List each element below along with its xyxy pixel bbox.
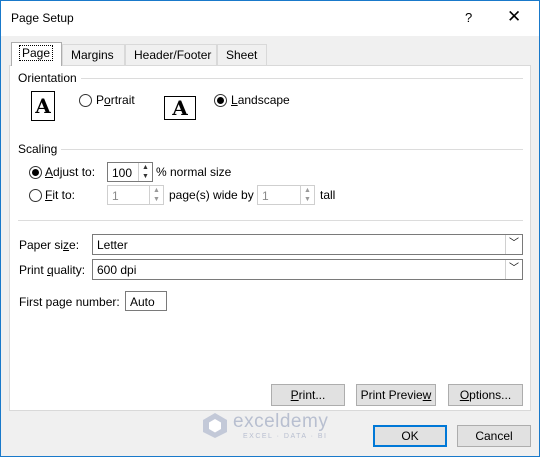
tab-page[interactable]: Page [11,42,62,66]
dialog-title: Page Setup [11,11,74,25]
options-button-post: ptions... [469,388,512,402]
close-button[interactable]: ✕ [507,7,521,27]
cancel-button[interactable]: Cancel [457,425,531,447]
landscape-radio[interactable] [214,94,227,107]
fit-to-label[interactable]: Fit to: [45,188,75,202]
print-quality-select[interactable]: 600 dpi ﹀ [92,259,523,280]
adjust-to-radio[interactable] [29,166,42,179]
portrait-page-icon: A [31,91,55,121]
print-preview-button-accel: w [422,388,432,402]
landscape-label[interactable]: Landscape [231,93,290,107]
first-page-number-input[interactable]: Auto [125,291,167,311]
landscape-label-accel: L [231,93,238,107]
print-button-accel: P [290,388,299,402]
landscape-label-post: andscape [237,93,290,107]
chevron-down-icon[interactable]: ﹀ [505,260,522,279]
paper-size-label: Paper size: [19,238,79,252]
tab-page-label: Page [18,45,54,61]
paper-size-select[interactable]: Letter ﹀ [92,234,523,255]
options-button-accel: O [459,388,470,402]
page-setup-dialog: Page Setup ? ✕ Page Margins Header/Foote… [0,0,540,457]
fit-wide-spinner[interactable]: 1 ▲ ▼ [107,185,164,205]
first-page-number-label: First page number: [19,295,120,309]
orientation-divider [81,78,523,79]
adjust-to-spinner[interactable]: 100 ▲ ▼ [107,162,153,182]
spin-down-icon[interactable]: ▼ [301,195,314,204]
adjust-to-label-post: djust to: [53,165,96,179]
scaling-heading: Scaling [18,142,58,156]
print-button-post: rint... [298,388,326,402]
title-bar: Page Setup ? ✕ [1,1,539,36]
fit-wide-suffix: page(s) wide by [169,188,254,202]
exceldemy-watermark: exceldemy EXCEL · DATA · BI [199,409,341,445]
fit-tall-suffix: tall [320,188,336,202]
print-quality-label-pre: Print [19,263,48,277]
fit-wide-value: 1 [112,189,119,203]
print-preview-button-pre: Print Previe [360,388,423,402]
tab-margins-label: Margins [71,48,114,62]
print-quality-label-accel: q [47,263,54,277]
spin-up-icon[interactable]: ▲ [301,186,314,195]
tab-sheet-label: Sheet [226,48,258,62]
tab-sheet[interactable]: Sheet [217,44,267,66]
paper-size-label-post: e: [69,238,80,252]
portrait-label-pre: P [96,93,105,107]
scaling-bottom-divider [18,220,523,221]
adjust-to-suffix: % normal size [156,165,232,179]
spin-up-icon[interactable]: ▲ [150,186,163,195]
adjust-to-label-accel: A [45,165,54,179]
portrait-radio[interactable] [79,94,92,107]
print-button[interactable]: Print... [271,384,345,406]
adjust-to-arrows[interactable]: ▲ ▼ [138,163,152,181]
watermark-brand: exceldemy [233,411,329,432]
ok-button[interactable]: OK [373,425,447,447]
tab-header-footer-label: Header/Footer [134,48,212,62]
adjust-to-value: 100 [112,166,133,180]
print-quality-label: Print quality: [19,263,85,277]
spin-up-icon[interactable]: ▲ [139,163,152,172]
portrait-icon-glyph: A [35,94,51,118]
paper-size-label-pre: Paper si [19,238,64,252]
fit-to-radio[interactable] [29,189,42,202]
fit-tall-value: 1 [262,189,269,203]
fit-tall-spinner[interactable]: 1 ▲ ▼ [257,185,315,205]
help-button[interactable]: ? [465,10,472,25]
adjust-to-label[interactable]: Adjust to: [45,165,95,179]
portrait-label-post: rtrait [110,93,135,107]
options-button[interactable]: Options... [448,384,523,406]
landscape-icon-glyph: A [172,96,188,120]
spin-down-icon[interactable]: ▼ [139,172,152,181]
fit-wide-arrows[interactable]: ▲ ▼ [149,186,163,204]
exceldemy-logo-icon [203,413,227,438]
portrait-label[interactable]: Portrait [96,93,135,107]
tab-header-footer[interactable]: Header/Footer [125,44,217,66]
fit-tall-arrows[interactable]: ▲ ▼ [300,186,314,204]
portrait-label-accel: o [104,93,111,107]
scaling-divider [61,149,523,150]
fit-to-label-post: it to: [52,188,76,202]
print-quality-label-post: uality: [53,263,86,277]
paper-size-value: Letter [97,238,128,252]
tab-margins[interactable]: Margins [62,44,125,66]
print-quality-value: 600 dpi [97,263,137,277]
spin-down-icon[interactable]: ▼ [150,195,163,204]
print-preview-button[interactable]: Print Preview [356,384,436,406]
watermark-tagline: EXCEL · DATA · BI [243,433,328,440]
landscape-page-icon: A [164,96,196,120]
orientation-heading: Orientation [18,71,77,85]
chevron-down-icon[interactable]: ﹀ [505,235,522,254]
first-page-number-value: Auto [130,295,155,309]
